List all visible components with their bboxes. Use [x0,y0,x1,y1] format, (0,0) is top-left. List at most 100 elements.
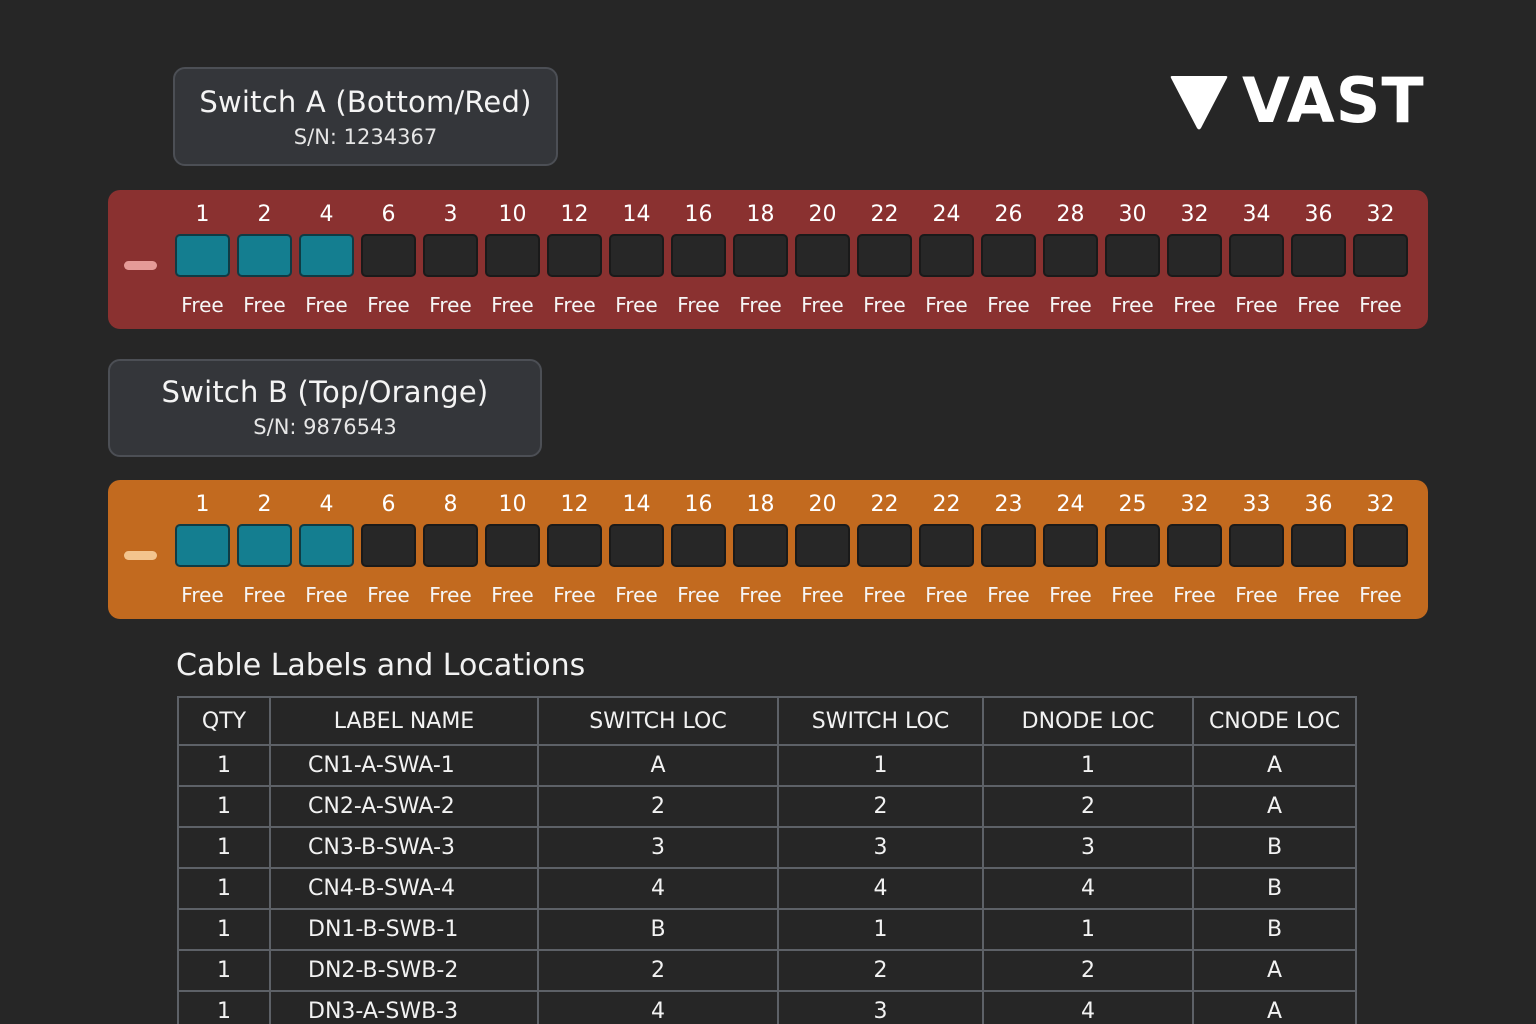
port-socket[interactable] [733,234,788,277]
switch-b-port[interactable]: 14 Free [609,480,664,619]
port-socket[interactable] [919,234,974,277]
cell-cnode-loc: B [1192,908,1357,951]
port-socket-occupied[interactable] [237,524,292,567]
switch-a-port[interactable]: 30 Free [1105,190,1160,329]
port-socket[interactable] [1105,234,1160,277]
switch-a-port[interactable]: 20 Free [795,190,850,329]
switch-b-port[interactable]: 1 Free [175,480,230,619]
switch-b-status-led [124,551,157,560]
cell-switch-loc: 2 [537,785,779,828]
switch-a-port[interactable]: 36 Free [1291,190,1346,329]
port-socket[interactable] [1291,524,1346,567]
switch-a-port[interactable]: 12 Free [547,190,602,329]
port-socket[interactable] [981,524,1036,567]
switch-a-port[interactable]: 32 Free [1167,190,1222,329]
switch-b-port[interactable]: 18 Free [733,480,788,619]
port-number: 32 [1366,492,1395,517]
switch-b-port[interactable]: 25 Free [1105,480,1160,619]
switch-b-port[interactable]: 32 Free [1353,480,1408,619]
table-row: 1 DN3-A-SWB-3 4 3 4 A [177,990,1357,1024]
table-row: 1 CN2-A-SWA-2 2 2 2 A [177,785,1357,828]
port-socket[interactable] [795,524,850,567]
switch-b-port[interactable]: 23 Free [981,480,1036,619]
port-socket[interactable] [1291,234,1346,277]
switch-a-port[interactable]: 28 Free [1043,190,1098,329]
port-socket[interactable] [485,524,540,567]
switch-b-port[interactable]: 32 Free [1167,480,1222,619]
port-socket[interactable] [547,234,602,277]
switch-a-port[interactable]: 1 Free [175,190,230,329]
port-number: 36 [1304,492,1333,517]
switch-a-port[interactable]: 2 Free [237,190,292,329]
port-socket[interactable] [361,524,416,567]
port-socket[interactable] [1105,524,1160,567]
switch-a-port[interactable]: 14 Free [609,190,664,329]
port-socket[interactable] [1043,524,1098,567]
switch-a-port[interactable]: 10 Free [485,190,540,329]
switch-b-port[interactable]: 36 Free [1291,480,1346,619]
port-socket-occupied[interactable] [175,524,230,567]
port-socket[interactable] [1353,234,1408,277]
port-socket-occupied[interactable] [299,234,354,277]
port-socket[interactable] [1353,524,1408,567]
port-socket[interactable] [981,234,1036,277]
port-number: 6 [381,492,396,517]
port-number: 22 [932,492,961,517]
cell-cnode-loc: A [1192,990,1357,1024]
port-status: Free [739,583,782,607]
switch-b-port[interactable]: 24 Free [1043,480,1098,619]
switch-b-port[interactable]: 22 Free [857,480,912,619]
table-row: 1 CN1-A-SWA-1 A 1 1 A [177,744,1357,787]
port-number: 34 [1242,202,1271,227]
switch-a-port[interactable]: 34 Free [1229,190,1284,329]
port-socket[interactable] [1229,234,1284,277]
header-dnode-loc: DNODE LOC [982,696,1194,746]
switch-b-port[interactable]: 33 Free [1229,480,1284,619]
port-socket[interactable] [1043,234,1098,277]
port-socket[interactable] [1167,524,1222,567]
switch-b-port[interactable]: 22 Free [919,480,974,619]
port-socket[interactable] [919,524,974,567]
port-socket[interactable] [547,524,602,567]
port-socket[interactable] [857,234,912,277]
port-socket[interactable] [485,234,540,277]
switch-a-port[interactable]: 32 Free [1353,190,1408,329]
port-socket[interactable] [361,234,416,277]
port-number: 30 [1118,202,1147,227]
switch-a-port[interactable]: 6 Free [361,190,416,329]
switch-b-port[interactable]: 2 Free [237,480,292,619]
switch-b-port[interactable]: 12 Free [547,480,602,619]
switch-a-port[interactable]: 22 Free [857,190,912,329]
switch-b-port[interactable]: 8 Free [423,480,478,619]
switch-a-port[interactable]: 18 Free [733,190,788,329]
port-socket[interactable] [795,234,850,277]
header-label-name: LABEL NAME [269,696,539,746]
port-socket[interactable] [423,234,478,277]
port-socket[interactable] [609,234,664,277]
switch-a-port[interactable]: 26 Free [981,190,1036,329]
port-socket[interactable] [857,524,912,567]
port-socket[interactable] [733,524,788,567]
port-socket[interactable] [671,234,726,277]
switch-a-port[interactable]: 3 Free [423,190,478,329]
port-socket[interactable] [1229,524,1284,567]
port-status: Free [1359,293,1402,317]
port-socket-occupied[interactable] [237,234,292,277]
switch-b-port[interactable]: 16 Free [671,480,726,619]
port-number: 8 [443,492,458,517]
switch-b-port[interactable]: 10 Free [485,480,540,619]
port-number: 4 [319,202,334,227]
port-socket[interactable] [609,524,664,567]
switch-b-port[interactable]: 4 Free [299,480,354,619]
port-socket[interactable] [423,524,478,567]
switch-a-port[interactable]: 16 Free [671,190,726,329]
switch-b-port[interactable]: 20 Free [795,480,850,619]
port-socket-occupied[interactable] [299,524,354,567]
cell-qty: 1 [177,867,271,910]
port-socket[interactable] [1167,234,1222,277]
switch-b-port[interactable]: 6 Free [361,480,416,619]
switch-a-port[interactable]: 4 Free [299,190,354,329]
port-socket[interactable] [671,524,726,567]
switch-a-port[interactable]: 24 Free [919,190,974,329]
port-socket-occupied[interactable] [175,234,230,277]
